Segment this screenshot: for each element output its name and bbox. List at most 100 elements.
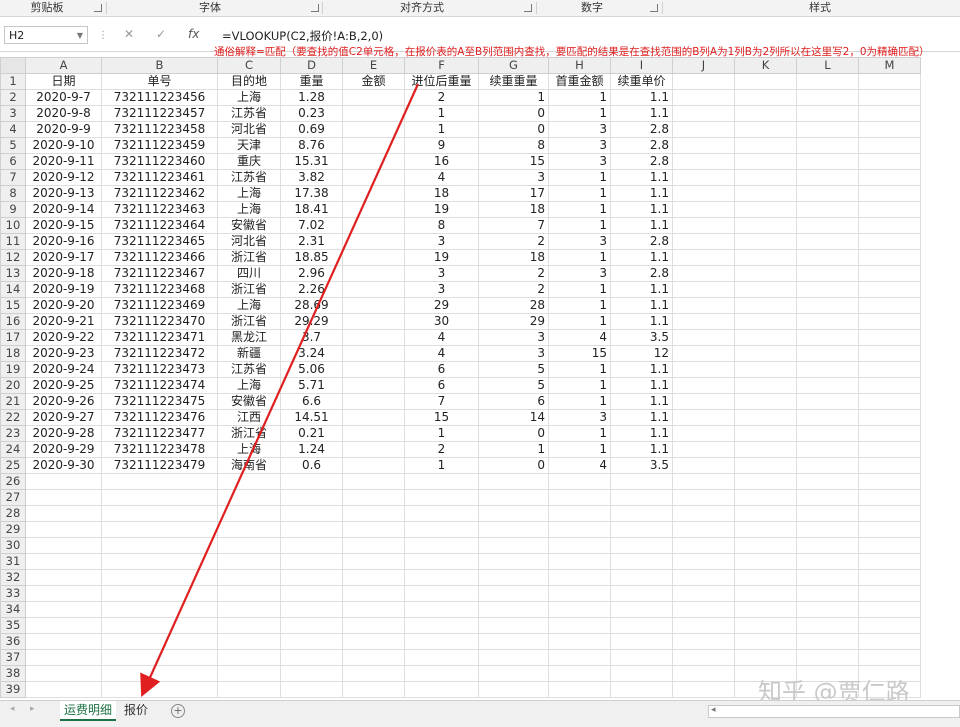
cell[interactable]: 上海: [217, 297, 281, 314]
cell[interactable]: [734, 425, 797, 442]
cell[interactable]: 2.96: [280, 265, 343, 282]
row-header[interactable]: 35: [0, 617, 26, 634]
cell[interactable]: [280, 665, 343, 682]
cell[interactable]: 海南省: [217, 457, 281, 474]
cell[interactable]: [548, 585, 611, 602]
cell[interactable]: [672, 329, 735, 346]
cell[interactable]: [342, 601, 405, 618]
cell[interactable]: [858, 169, 921, 186]
cell[interactable]: 732111223466: [101, 249, 218, 266]
cell[interactable]: [734, 521, 797, 538]
cell[interactable]: [672, 681, 735, 698]
cell[interactable]: [672, 313, 735, 330]
cell[interactable]: 日期: [25, 73, 102, 90]
cell[interactable]: 重庆: [217, 153, 281, 170]
cell[interactable]: 732111223465: [101, 233, 218, 250]
cell[interactable]: 2020-9-12: [25, 169, 102, 186]
cell[interactable]: 进位后重量: [404, 73, 479, 90]
row-header[interactable]: 7: [0, 169, 26, 186]
cell[interactable]: [672, 441, 735, 458]
tab-baojia[interactable]: 报价: [120, 701, 152, 719]
cell[interactable]: 29: [404, 297, 479, 314]
cell[interactable]: 2.8: [610, 121, 673, 138]
cell[interactable]: [796, 569, 859, 586]
cell[interactable]: 732111223469: [101, 297, 218, 314]
cell[interactable]: [404, 537, 479, 554]
cell[interactable]: 4: [548, 329, 611, 346]
cell[interactable]: [672, 153, 735, 170]
row-header[interactable]: 2: [0, 89, 26, 106]
cell[interactable]: [25, 681, 102, 698]
cell[interactable]: [796, 137, 859, 154]
cell[interactable]: 1: [548, 281, 611, 298]
cell[interactable]: 0: [478, 425, 549, 442]
cell[interactable]: [672, 489, 735, 506]
cell[interactable]: [280, 585, 343, 602]
cell[interactable]: 江苏省: [217, 169, 281, 186]
cell[interactable]: [734, 489, 797, 506]
cell[interactable]: 732111223463: [101, 201, 218, 218]
cell[interactable]: [342, 473, 405, 490]
column-header[interactable]: B: [101, 57, 218, 74]
cell[interactable]: [478, 521, 549, 538]
cell[interactable]: [796, 169, 859, 186]
cell[interactable]: 15: [548, 345, 611, 362]
row-header[interactable]: 17: [0, 329, 26, 346]
cell[interactable]: [25, 649, 102, 666]
cell[interactable]: 3: [548, 233, 611, 250]
cell[interactable]: [217, 473, 281, 490]
cell[interactable]: [672, 121, 735, 138]
cell[interactable]: 732111223462: [101, 185, 218, 202]
cell[interactable]: [342, 89, 405, 106]
cell[interactable]: 2: [404, 441, 479, 458]
cell[interactable]: [101, 633, 218, 650]
cell[interactable]: [342, 441, 405, 458]
cell[interactable]: [101, 601, 218, 618]
cell[interactable]: [217, 505, 281, 522]
cell[interactable]: 2020-9-8: [25, 105, 102, 122]
cell[interactable]: [25, 617, 102, 634]
cell[interactable]: 续重重量: [478, 73, 549, 90]
cell[interactable]: [342, 521, 405, 538]
cell[interactable]: 1.24: [280, 441, 343, 458]
cell[interactable]: [858, 601, 921, 618]
column-header[interactable]: C: [217, 57, 281, 74]
cell[interactable]: 1.1: [610, 361, 673, 378]
cell[interactable]: [610, 473, 673, 490]
cell[interactable]: 732111223468: [101, 281, 218, 298]
cell[interactable]: [101, 649, 218, 666]
cell[interactable]: [478, 473, 549, 490]
cell[interactable]: 2020-9-29: [25, 441, 102, 458]
cell[interactable]: [478, 681, 549, 698]
row-header[interactable]: 25: [0, 457, 26, 474]
tab-scroll-right-icon[interactable]: ▸: [30, 704, 35, 714]
cell[interactable]: [101, 553, 218, 570]
cell[interactable]: 0.21: [280, 425, 343, 442]
cell[interactable]: 1: [404, 457, 479, 474]
cell[interactable]: 3: [478, 169, 549, 186]
cell[interactable]: [672, 345, 735, 362]
column-header[interactable]: J: [672, 57, 735, 74]
column-header[interactable]: A: [25, 57, 102, 74]
column-header[interactable]: G: [478, 57, 549, 74]
number-dialog-launcher-icon[interactable]: [650, 4, 658, 12]
cell[interactable]: [342, 345, 405, 362]
cell[interactable]: [796, 153, 859, 170]
cell[interactable]: [734, 329, 797, 346]
cell[interactable]: [672, 569, 735, 586]
cell[interactable]: [796, 185, 859, 202]
cell[interactable]: [796, 297, 859, 314]
cell[interactable]: 5: [478, 361, 549, 378]
cell[interactable]: 2.8: [610, 233, 673, 250]
cell[interactable]: [672, 201, 735, 218]
cell[interactable]: [342, 553, 405, 570]
cell[interactable]: [734, 393, 797, 410]
row-header[interactable]: 6: [0, 153, 26, 170]
cell[interactable]: [342, 377, 405, 394]
cell[interactable]: [342, 281, 405, 298]
cell[interactable]: 3.5: [610, 457, 673, 474]
cell[interactable]: [101, 489, 218, 506]
cell[interactable]: 2020-9-10: [25, 137, 102, 154]
cell[interactable]: [610, 617, 673, 634]
cell[interactable]: [217, 649, 281, 666]
